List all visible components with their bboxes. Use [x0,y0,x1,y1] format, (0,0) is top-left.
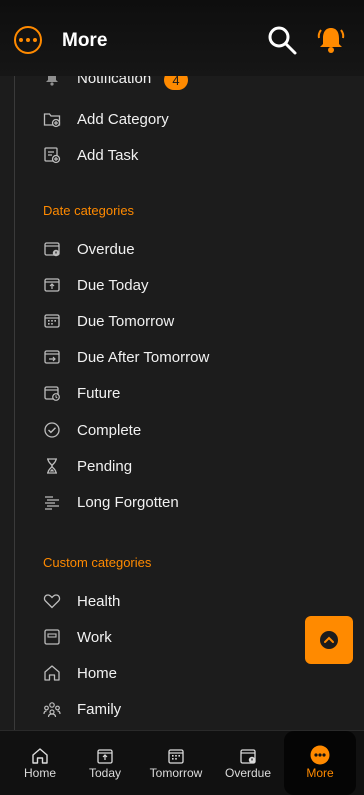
menu-item-label: Health [77,592,121,610]
lines-icon [45,496,59,510]
scroll-to-top-button[interactable] [305,616,353,664]
more-icon[interactable] [14,26,42,54]
custom-categories-heading: Custom categories [43,555,152,570]
task-add-icon [44,147,61,164]
briefcase-icon [44,629,60,645]
menu-item-label: Family [77,700,122,718]
more-icon [310,745,330,765]
menu-item-label: Add Category [77,110,169,128]
page-title: More [62,30,108,51]
date-categories-heading: Date categories [43,203,135,218]
menu-item-label: Complete [77,421,142,439]
calendar-grid-icon [168,749,184,764]
nav-label: Home [23,766,56,780]
family-icon [43,702,61,718]
menu-item-label: Home [77,664,118,682]
bottom-navigation: Home Today Tomorrow Overdue More [0,730,364,795]
calendar-grid-icon [44,314,60,328]
calendar-clock-icon [44,386,60,401]
menu-item-label: Future [77,384,121,402]
calendar-alert-icon [240,749,256,764]
nav-label: Tomorrow [149,766,203,780]
nav-tomorrow[interactable]: Tomorrow [140,731,210,795]
check-circle-icon [44,422,60,438]
calendar-arrow-icon [44,350,60,364]
menu-item-label: Pending [77,457,133,475]
bell-icon[interactable] [316,24,346,54]
menu-item-label: Long Forgotten [77,493,179,511]
hourglass-icon [47,458,57,474]
nav-label: Overdue [224,766,272,780]
nav-today[interactable]: Today [69,731,139,795]
home-icon [32,748,48,764]
search-icon[interactable] [266,24,298,56]
menu-item-label: Due After Tomorrow [77,348,210,366]
menu-item-label: Overdue [77,240,135,258]
calendar-today-icon [97,749,113,764]
chevron-up-icon [320,631,338,649]
nav-label: Today [88,766,122,780]
home-icon [44,665,60,681]
nav-overdue[interactable]: Overdue [212,731,282,795]
menu-item-label: Due Today [77,276,149,294]
menu-item-label: Work [77,628,112,646]
header: More [0,0,364,76]
calendar-alert-icon [44,242,60,257]
nav-more[interactable]: More [284,731,356,795]
heart-icon [43,594,61,609]
nav-home[interactable]: Home [4,731,74,795]
nav-label: More [306,766,334,780]
calendar-today-icon [44,278,60,292]
menu-item-label: Add Task [77,146,139,164]
folder-plus-icon [43,113,61,128]
menu-item-label: Due Tomorrow [77,312,175,330]
